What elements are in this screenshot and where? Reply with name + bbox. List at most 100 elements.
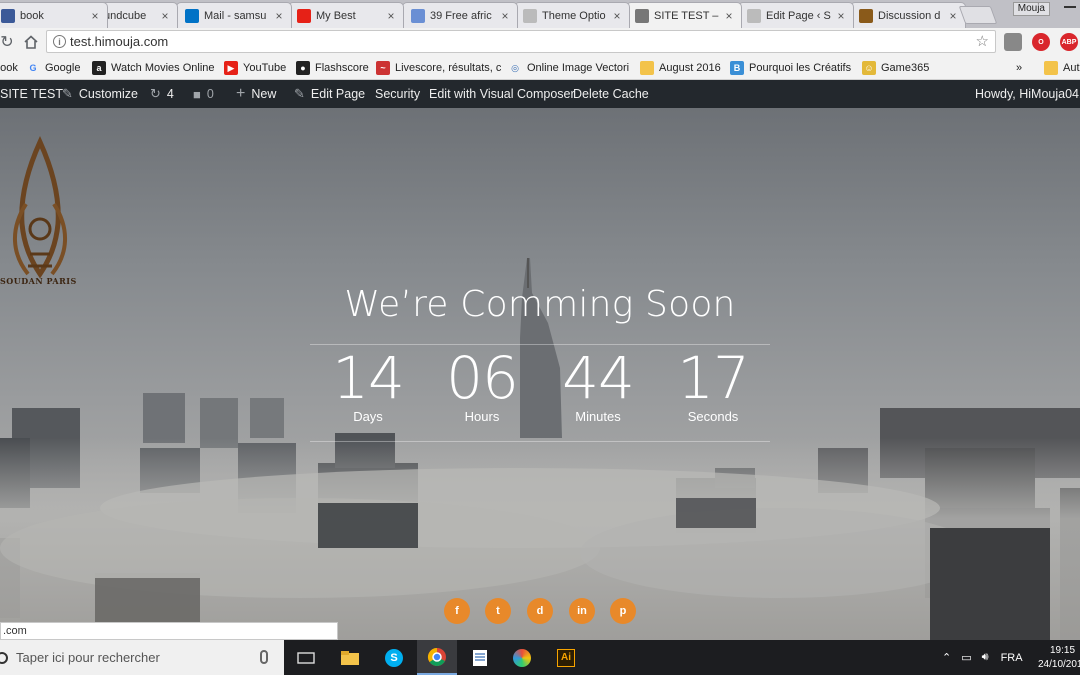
bookmark-item[interactable]: ☺ Game365 bbox=[862, 60, 929, 76]
bookmark-item[interactable]: Aut bbox=[1044, 60, 1080, 76]
language-indicator[interactable]: FRA bbox=[1001, 652, 1023, 664]
browser-tab[interactable]: My Best × bbox=[288, 2, 404, 28]
pinterest-icon[interactable]: p bbox=[610, 598, 636, 624]
bookmark-item[interactable]: book bbox=[0, 60, 18, 76]
browser-tab[interactable]: Discussion d × bbox=[850, 2, 966, 28]
bookmark-item[interactable]: ● Flashscore bbox=[296, 60, 369, 76]
chrome-button[interactable] bbox=[417, 640, 457, 675]
facebook-icon[interactable]: f bbox=[444, 598, 470, 624]
tab-label: book bbox=[20, 9, 44, 22]
countdown-days-label: Days bbox=[353, 409, 383, 424]
page-icon bbox=[523, 8, 537, 23]
task-view-button[interactable] bbox=[286, 640, 326, 675]
site-name-link[interactable]: SITE TEST bbox=[0, 80, 63, 108]
plus-icon: + bbox=[236, 85, 246, 102]
new-content-link[interactable]: + New bbox=[236, 80, 276, 108]
bookmark-item[interactable]: G Google bbox=[26, 60, 80, 76]
wp-admin-bar: SITE TEST ✎ Customize ↻ 4 ■ 0 + New ✎ Edit Pa… bbox=[0, 80, 1080, 108]
edit-page-link[interactable]: ✎ Edit Page bbox=[294, 80, 365, 108]
vectorizer-icon: ◎ bbox=[511, 62, 519, 73]
tab-label: Theme Optio bbox=[542, 9, 606, 22]
profile-button[interactable]: Mouja bbox=[1012, 2, 1050, 16]
bookmark-item[interactable]: a Watch Movies Online bbox=[92, 60, 215, 76]
browser-tab[interactable]: 39 Free afric × bbox=[402, 2, 518, 28]
close-icon[interactable]: × bbox=[723, 9, 735, 23]
customize-link[interactable]: ✎ Customize bbox=[62, 80, 138, 108]
clock[interactable]: 19:15 24/10/201 bbox=[1038, 640, 1080, 675]
linkedin-icon[interactable]: in bbox=[569, 598, 595, 624]
bookmark-star-icon[interactable]: ☆ bbox=[976, 32, 989, 50]
document-icon bbox=[473, 649, 487, 666]
close-icon[interactable]: × bbox=[273, 9, 285, 23]
taskbar-search[interactable]: Taper ici pour rechercher bbox=[0, 640, 284, 675]
system-tray: ⌃ ▭ 🔊︎ FRA bbox=[942, 640, 1037, 675]
tab-label: 39 Free afric bbox=[430, 9, 492, 22]
close-icon[interactable]: × bbox=[835, 9, 847, 23]
address-bar[interactable]: i test.himouja.com ☆ bbox=[46, 30, 996, 53]
url-text: test.himouja.com bbox=[70, 34, 169, 49]
coming-soon-hero: SOUDAN PARIS We’re Comming Soon 14 Days … bbox=[0, 108, 1080, 640]
bookmark-item[interactable]: ~ Livescore, résultats, c bbox=[376, 60, 501, 76]
countdown-hours-label: Hours bbox=[464, 409, 500, 424]
city-fog-background bbox=[0, 258, 1080, 640]
reload-button[interactable]: ↻ bbox=[0, 31, 18, 53]
bookmark-item[interactable]: B Pourquoi les Créatifs bbox=[730, 60, 851, 76]
browser-tab[interactable]: Edit Page ‹ S × bbox=[738, 2, 854, 28]
chevron-up-icon[interactable]: ⌃ bbox=[942, 651, 951, 664]
info-icon[interactable]: i bbox=[53, 35, 66, 48]
bookmark-item[interactable]: ▶ YouTube bbox=[224, 60, 286, 76]
tab-label: SITE TEST – bbox=[654, 10, 719, 22]
countdown-days: 14 Days bbox=[313, 348, 423, 424]
updates-link[interactable]: ↻ 4 bbox=[150, 80, 174, 108]
home-button[interactable] bbox=[20, 31, 42, 53]
bookmark-label: YouTube bbox=[243, 62, 287, 74]
delete-cache-link[interactable]: Delete Cache bbox=[573, 80, 649, 108]
my-account-link[interactable]: Howdy, HiMouja0412 bbox=[975, 80, 1080, 108]
page-icon bbox=[747, 8, 761, 23]
dribbble-icon[interactable]: d bbox=[527, 598, 553, 624]
bookmark-label: Watch Movies Online bbox=[111, 62, 215, 74]
volume-icon[interactable]: 🔊︎ bbox=[982, 651, 989, 664]
close-icon[interactable]: × bbox=[159, 9, 171, 23]
countdown-seconds-label: Seconds bbox=[687, 409, 739, 424]
opera-icon[interactable]: O bbox=[1032, 33, 1050, 51]
browser-tab[interactable]: Theme Optio × bbox=[514, 2, 630, 28]
livescore-icon: ~ bbox=[376, 61, 390, 75]
comments-link[interactable]: ■ 0 bbox=[193, 80, 214, 108]
tab-label: Edit Page ‹ S bbox=[766, 9, 831, 22]
new-tab-button[interactable] bbox=[958, 6, 998, 24]
microphone-icon[interactable] bbox=[260, 650, 268, 664]
browser-toolbar: ↻ i test.himouja.com ☆ O ABP bbox=[0, 28, 1080, 56]
extension-icon[interactable] bbox=[1004, 33, 1022, 51]
bookmark-label: Pourquoi les Créatifs bbox=[749, 62, 852, 74]
close-icon[interactable]: × bbox=[89, 9, 101, 23]
file-explorer-button[interactable] bbox=[330, 640, 370, 675]
browser-tab[interactable]: SITE TEST – × bbox=[626, 2, 742, 28]
status-bar-url: .com bbox=[0, 622, 338, 640]
folder-icon bbox=[1044, 61, 1058, 75]
visual-composer-link[interactable]: Edit with Visual Composer bbox=[429, 80, 575, 108]
skype-button[interactable]: S bbox=[374, 640, 414, 675]
bookmark-item[interactable]: August 2016 bbox=[640, 60, 721, 76]
adblock-icon[interactable]: ABP bbox=[1060, 33, 1078, 51]
network-icon[interactable]: ▭ bbox=[961, 651, 971, 664]
illustrator-button[interactable]: Ai bbox=[546, 640, 586, 675]
countdown-hours-value: 06 bbox=[446, 344, 519, 412]
countdown-minutes-label: Minutes bbox=[575, 409, 621, 424]
notepad-button[interactable] bbox=[460, 640, 500, 675]
close-icon[interactable]: × bbox=[947, 9, 959, 23]
twitter-icon[interactable]: t bbox=[485, 598, 511, 624]
paint-button[interactable] bbox=[502, 640, 542, 675]
security-link[interactable]: Security bbox=[375, 80, 420, 108]
close-icon[interactable]: × bbox=[385, 9, 397, 23]
browser-tab[interactable]: Mail - samsu × bbox=[176, 2, 292, 28]
close-icon[interactable]: × bbox=[611, 9, 623, 23]
browser-tab[interactable]: book × bbox=[0, 2, 108, 28]
minimize-icon[interactable] bbox=[1064, 6, 1076, 8]
youtube-icon bbox=[297, 8, 311, 23]
bookmark-item[interactable]: ◎ Online Image Vectori bbox=[508, 60, 629, 76]
chrome-icon bbox=[427, 647, 446, 666]
close-icon[interactable]: × bbox=[499, 9, 511, 23]
windows-taskbar: Taper ici pour rechercher S Ai ⌃ ▭ 🔊︎ FR… bbox=[0, 640, 1080, 675]
more-bookmarks-button[interactable]: » bbox=[1016, 60, 1022, 76]
